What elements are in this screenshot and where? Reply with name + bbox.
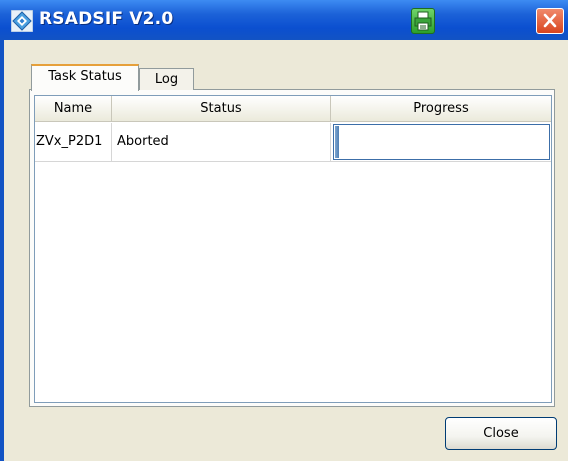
tab-label: Task Status	[48, 69, 122, 84]
cell-status: Aborted	[112, 123, 331, 161]
tab-task-status[interactable]: Task Status	[31, 64, 139, 91]
task-table[interactable]: Name Status Progress ZVx_P2D1 Aborted	[34, 95, 552, 403]
table-header: Name Status Progress	[35, 96, 551, 122]
app-logo-icon	[10, 9, 34, 33]
column-header-name[interactable]: Name	[35, 96, 112, 121]
title-bar[interactable]: RSADSIF V2.0	[0, 0, 568, 40]
table-row[interactable]: ZVx_P2D1 Aborted	[35, 123, 551, 162]
print-button[interactable]	[411, 8, 435, 34]
window-frame-left	[0, 40, 4, 461]
cell-name: ZVx_P2D1	[35, 123, 112, 161]
column-header-status[interactable]: Status	[112, 96, 331, 121]
cell-progress	[331, 123, 551, 161]
window-close-button[interactable]	[536, 8, 564, 34]
app-window: RSADSIF V2.0 Task Status Log Name Status…	[0, 0, 568, 461]
column-header-progress[interactable]: Progress	[331, 96, 551, 121]
progress-bar	[333, 124, 550, 160]
progress-bar-fill	[335, 126, 339, 158]
close-button[interactable]: Close	[445, 417, 557, 450]
tab-label: Log	[154, 72, 179, 87]
window-title: RSADSIF V2.0	[39, 9, 174, 29]
tab-log[interactable]: Log	[139, 68, 194, 90]
